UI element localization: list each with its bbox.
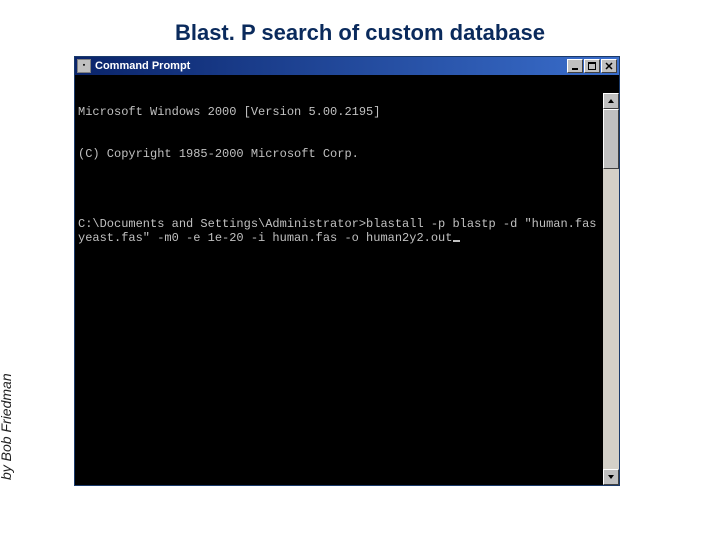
minimize-button[interactable] (567, 59, 583, 73)
vertical-scrollbar[interactable] (603, 93, 619, 485)
window-icon: ▪ (77, 59, 91, 73)
close-icon (605, 62, 613, 70)
window-titlebar[interactable]: ▪ Command Prompt (75, 57, 619, 75)
author-credit: by Bob Friedman (0, 373, 14, 480)
chevron-up-icon (607, 97, 615, 105)
minimize-icon (571, 62, 579, 70)
window-controls (567, 59, 617, 73)
maximize-icon (588, 62, 596, 70)
scrollbar-track[interactable] (603, 109, 619, 469)
terminal-line: Microsoft Windows 2000 [Version 5.00.219… (78, 105, 603, 119)
scroll-down-button[interactable] (603, 469, 619, 485)
terminal-output[interactable]: Microsoft Windows 2000 [Version 5.00.219… (75, 75, 619, 485)
slide-title: Blast. P search of custom database (0, 20, 720, 46)
terminal-cursor (453, 240, 460, 242)
command-prompt-window: ▪ Command Prompt Microsoft Windows 2000 … (74, 56, 620, 486)
terminal-command: C:\Documents and Settings\Administrator>… (78, 217, 604, 245)
terminal-line: C:\Documents and Settings\Administrator>… (78, 217, 603, 245)
terminal-line: (C) Copyright 1985-2000 Microsoft Corp. (78, 147, 603, 161)
maximize-button[interactable] (584, 59, 600, 73)
chevron-down-icon (607, 473, 615, 481)
terminal-area: Microsoft Windows 2000 [Version 5.00.219… (75, 75, 619, 485)
window-icon-glyph: ▪ (82, 63, 86, 70)
scrollbar-thumb[interactable] (603, 109, 619, 169)
close-button[interactable] (601, 59, 617, 73)
window-title: Command Prompt (95, 60, 563, 72)
scroll-up-button[interactable] (603, 93, 619, 109)
